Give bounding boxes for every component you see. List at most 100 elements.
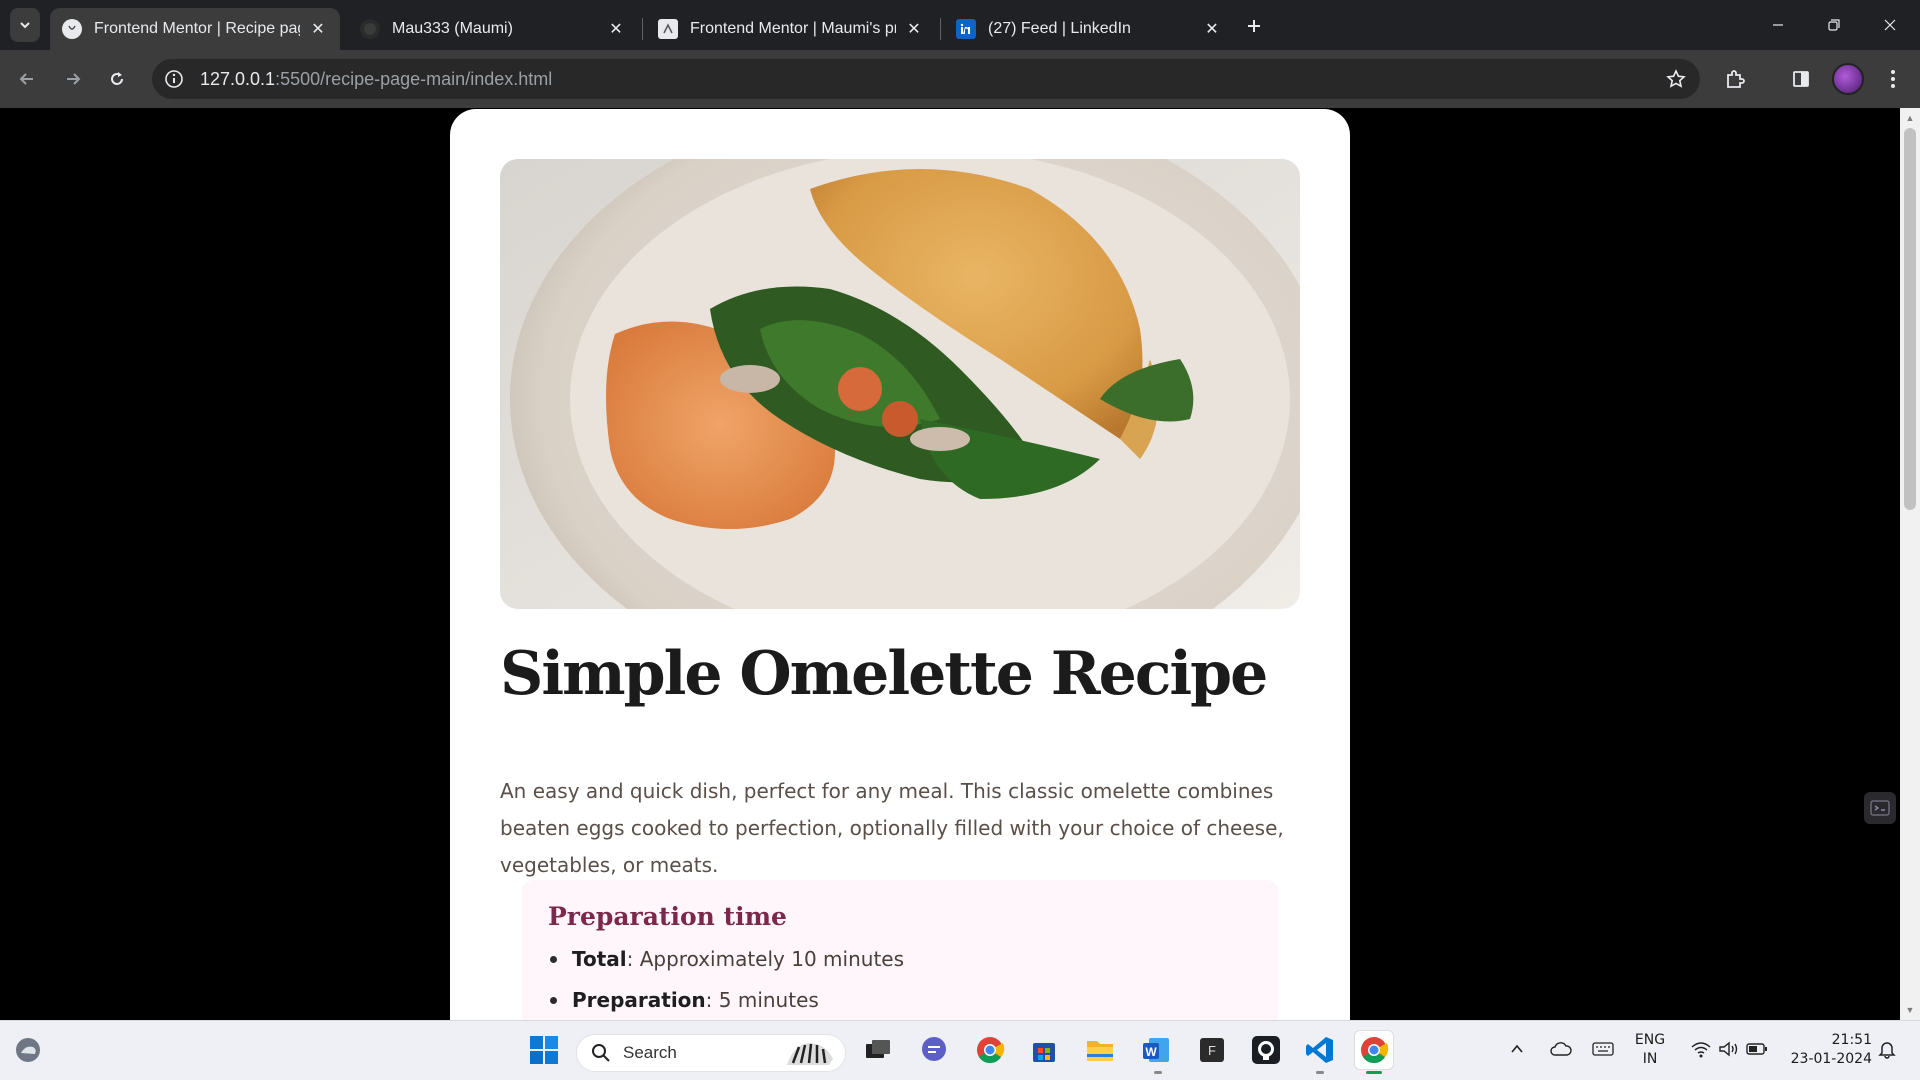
frontend-mentor-favicon-icon: [62, 19, 82, 39]
address-bar[interactable]: 127.0.0.1:5500/recipe-page-main/index.ht…: [152, 59, 1700, 99]
word-icon: W: [1143, 1038, 1169, 1062]
close-icon: [1884, 19, 1896, 31]
clock[interactable]: 21:51 23-01-2024: [1782, 1032, 1872, 1067]
tab-separator: [642, 18, 643, 40]
vscode-icon: [1306, 1037, 1333, 1063]
keyboard-icon: [1592, 1042, 1614, 1056]
info-icon: [165, 70, 183, 88]
weather-widget-button[interactable]: [8, 1030, 48, 1070]
tab-title: Frontend Mentor | Recipe page: [94, 20, 300, 37]
quick-settings-button[interactable]: [1684, 1034, 1774, 1064]
battery-icon: [1746, 1043, 1767, 1055]
svg-text:F: F: [1208, 1043, 1216, 1058]
site-info-button[interactable]: [154, 59, 194, 99]
chrome-taskbar-button[interactable]: [970, 1030, 1010, 1070]
onedrive-tray-button[interactable]: [1546, 1034, 1576, 1064]
tab-recipe-page[interactable]: Frontend Mentor | Recipe page ✕: [50, 8, 340, 50]
f-app-icon: F: [1200, 1038, 1224, 1062]
side-widget-button[interactable]: [1864, 792, 1896, 824]
figma-app-button[interactable]: F: [1192, 1030, 1232, 1070]
vscode-button[interactable]: [1300, 1030, 1340, 1070]
tab-search-button[interactable]: [10, 8, 40, 42]
scroll-down-arrow-icon[interactable]: ▼: [1900, 1002, 1920, 1018]
prep-item-value: : 5 minutes: [705, 988, 819, 1012]
zebra-search-highlight-icon: [787, 1043, 833, 1065]
minimize-button[interactable]: [1750, 0, 1806, 50]
store-icon: [1033, 1043, 1055, 1062]
word-button[interactable]: W: [1136, 1030, 1176, 1070]
cloud-icon: [1550, 1042, 1572, 1056]
recipe-description: An easy and quick dish, perfect for any …: [500, 779, 1284, 877]
region-code: IN: [1642, 1051, 1658, 1067]
svg-text:W: W: [1145, 1045, 1157, 1059]
microsoft-store-button[interactable]: [1024, 1030, 1064, 1070]
more-vertical-icon: [1891, 70, 1895, 88]
tab-github[interactable]: Mau333 (Maumi) ✕: [348, 8, 638, 50]
github-desktop-button[interactable]: [1246, 1030, 1286, 1070]
close-window-button[interactable]: [1862, 0, 1918, 50]
prep-item-value: : Approximately 10 minutes: [626, 947, 905, 971]
windows-logo-icon: [530, 1036, 558, 1064]
extensions-button[interactable]: [1718, 62, 1752, 96]
minimize-icon: [1773, 24, 1783, 26]
chrome-active-indicator: [1366, 1071, 1382, 1074]
tab-linkedin[interactable]: (27) Feed | LinkedIn ✕: [944, 8, 1234, 50]
preparation-time-box: Preparation time Total: Approximately 10…: [522, 880, 1278, 1020]
touch-keyboard-button[interactable]: [1588, 1034, 1618, 1064]
volume-icon: [1719, 1041, 1738, 1057]
taskbar-search-box[interactable]: Search: [576, 1034, 846, 1072]
list-item: Preparation: 5 minutes: [548, 988, 1252, 1012]
arrow-left-icon: [19, 73, 33, 85]
new-tab-button[interactable]: [1240, 12, 1268, 40]
task-view-icon: [866, 1040, 890, 1058]
scrollbar-thumb[interactable]: [1904, 128, 1916, 510]
close-icon[interactable]: ✕: [904, 19, 924, 39]
vscode-running-indicator: [1316, 1071, 1324, 1074]
weather-icon: [16, 1038, 40, 1062]
folder-icon: [1087, 1041, 1113, 1061]
show-hidden-icons-button[interactable]: [1502, 1034, 1532, 1064]
page-viewport: Simple Omelette Recipe An easy and quick…: [0, 108, 1900, 1020]
profile-avatar[interactable]: [1832, 63, 1864, 95]
plus-icon: [1248, 20, 1260, 32]
side-panel-icon: [1793, 71, 1809, 87]
list-item: Total: Approximately 10 minutes: [548, 947, 1252, 971]
restore-button[interactable]: [1806, 0, 1862, 50]
back-button[interactable]: [10, 62, 44, 96]
reload-button[interactable]: [100, 62, 134, 96]
chevron-down-icon: [20, 22, 30, 29]
start-button[interactable]: [524, 1030, 564, 1070]
puzzle-icon: [1727, 70, 1745, 88]
preparation-time-heading: Preparation time: [548, 902, 787, 931]
browser-menu-button[interactable]: [1876, 62, 1910, 96]
prep-item-label: Total: [572, 947, 627, 971]
vertical-scrollbar[interactable]: ▲ ▼: [1900, 108, 1920, 1020]
notifications-button[interactable]: [1872, 1034, 1902, 1064]
tab-title: Mau333 (Maumi): [392, 20, 513, 37]
clock-date: 23-01-2024: [1790, 1051, 1872, 1067]
star-icon: [1666, 69, 1686, 88]
close-icon[interactable]: ✕: [1202, 19, 1222, 39]
tab-frontend-mentor-profile[interactable]: Frontend Mentor | Maumi's pro ✕: [646, 8, 936, 50]
task-view-button[interactable]: [858, 1030, 898, 1070]
search-icon: [592, 1044, 610, 1062]
chevron-up-icon: [1511, 1044, 1523, 1053]
forward-button[interactable]: [56, 62, 90, 96]
chat-icon: [922, 1037, 946, 1061]
language-indicator[interactable]: ENG IN: [1628, 1032, 1672, 1067]
language-code: ENG: [1634, 1032, 1666, 1048]
url-host: 127.0.0.1: [200, 68, 276, 89]
bell-icon: [1878, 1042, 1896, 1059]
file-explorer-button[interactable]: [1080, 1030, 1120, 1070]
linkedin-favicon-icon: [956, 19, 976, 39]
teams-chat-button[interactable]: [914, 1030, 954, 1070]
github-favicon-icon: [360, 19, 380, 39]
close-icon[interactable]: ✕: [606, 19, 626, 39]
side-panel-button[interactable]: [1784, 62, 1818, 96]
close-icon[interactable]: ✕: [308, 19, 328, 39]
frontend-mentor-favicon-icon: [658, 19, 678, 39]
chrome-active-taskbar-button[interactable]: [1354, 1030, 1394, 1070]
bookmark-button[interactable]: [1664, 67, 1688, 91]
scroll-up-arrow-icon[interactable]: ▲: [1900, 110, 1920, 126]
url-path: :5500/recipe-page-main/index.html: [275, 68, 553, 89]
